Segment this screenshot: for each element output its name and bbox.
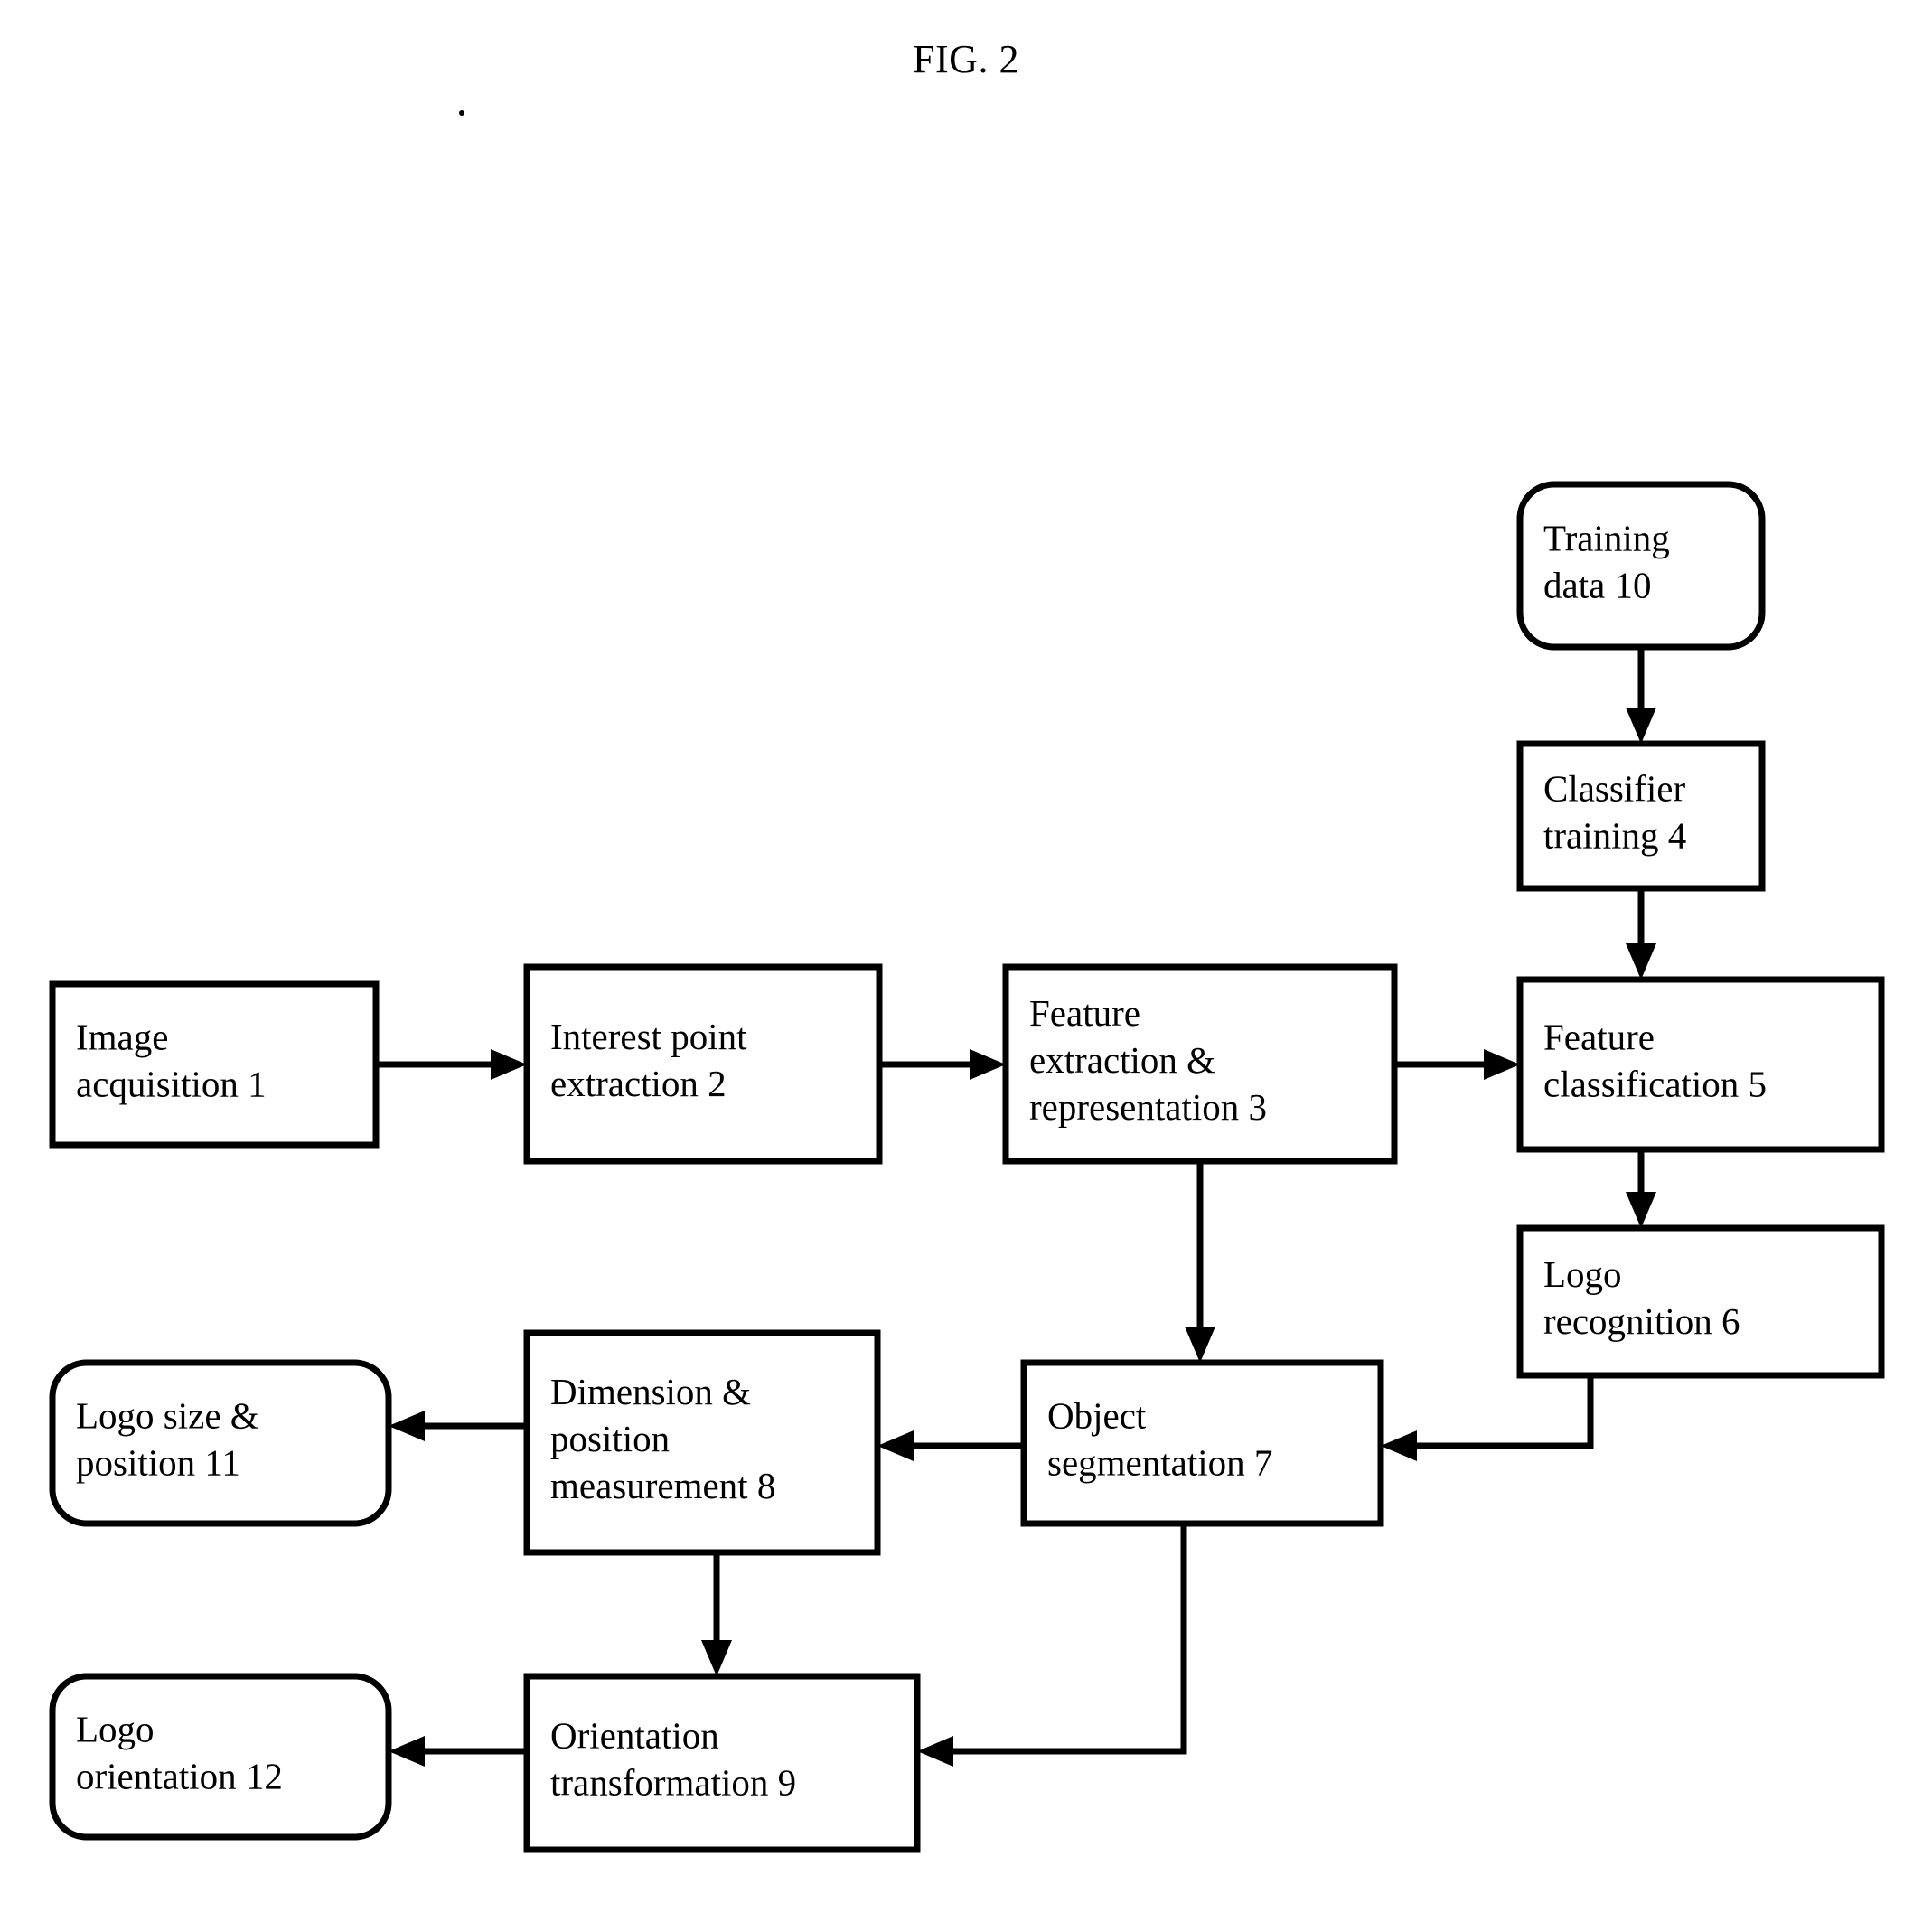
arrow-head-icon [1626, 1192, 1656, 1228]
node-label-line: Object [1047, 1394, 1147, 1436]
node-logo_recognition_6[interactable]: Logo recognition 6 [1516, 1224, 1885, 1379]
node-label-line: transformation 9 [550, 1761, 796, 1803]
node-label-line: Feature [1029, 992, 1140, 1034]
node-label-line: Training [1543, 517, 1670, 558]
edge-training_data_10-to-classifier_training_4 [1626, 647, 1656, 744]
node-label-line: orientation 12 [76, 1755, 283, 1796]
edge-line [1417, 1375, 1594, 1449]
node-label-line: recognition 6 [1543, 1300, 1740, 1342]
arrow-head-icon [1381, 1430, 1417, 1461]
node-label-line: acquisition 1 [76, 1063, 267, 1104]
node-label-line: Feature [1543, 1016, 1655, 1057]
arrow-head-icon [491, 1049, 527, 1080]
edges-layer [376, 647, 1656, 1767]
flowchart-diagram: Training data 10 Classifier training 4 Image… [49, 481, 1885, 1853]
node-label-line: segmentation 7 [1047, 1441, 1272, 1483]
node-training_data_10[interactable]: Training data 10 [1516, 481, 1766, 651]
edge-classifier_training_4-to-feature_classification_5 [1626, 888, 1656, 980]
edge-object_segmentation_7-to-dimension_position_measurement_8 [877, 1430, 1024, 1461]
node-dimension_position_measurement_8[interactable]: Dimension & position measurement 8 [523, 1329, 881, 1556]
node-label-line: Classifier [1543, 767, 1685, 809]
arrow-head-icon [970, 1049, 1006, 1080]
arrow-head-icon [1626, 708, 1656, 744]
edge-dimension_position_measurement_8-to-logo_size_position_11 [389, 1411, 527, 1441]
node-label-line: Logo size & [76, 1394, 259, 1436]
node-label-line: classification 5 [1543, 1063, 1767, 1104]
edge-image_acquisition_1-to-interest_point_extraction_2 [376, 1049, 527, 1080]
node-object_segmentation_7[interactable]: Object segmentation 7 [1020, 1359, 1384, 1527]
node-feature_classification_5[interactable]: Feature classification 5 [1516, 976, 1885, 1153]
arrow-head-icon [389, 1411, 425, 1441]
node-logo_size_position_11[interactable]: Logo size & position 11 [49, 1359, 392, 1527]
edge-interest_point_extraction_2-to-feature_extraction_representation_3 [879, 1049, 1006, 1080]
node-feature_extraction_representation_3[interactable]: Feature extraction & representation 3 [1002, 963, 1398, 1165]
arrow-head-icon [1626, 943, 1656, 980]
node-label-line: position 11 [76, 1441, 240, 1483]
node-label-line: position [550, 1418, 670, 1459]
node-label-line: Orientation [550, 1714, 719, 1756]
node-label-line: Image [76, 1016, 168, 1057]
node-label-line: Interest point [550, 1016, 747, 1057]
arrow-head-icon [917, 1736, 953, 1767]
node-label-line: Logo [1543, 1253, 1622, 1295]
edge-object_segmentation_7-to-orientation_transformation_9 [917, 1524, 1187, 1767]
figure-root: FIG. 2 Training data 10 Classifier training… [0, 0, 1932, 1913]
arrow-head-icon [877, 1430, 914, 1461]
node-logo_orientation_12[interactable]: Logo orientation 12 [49, 1673, 392, 1841]
edge-orientation_transformation_9-to-logo_orientation_12 [389, 1736, 527, 1767]
node-image_acquisition_1[interactable]: Image acquisition 1 [49, 980, 380, 1149]
node-label-line: Dimension & [550, 1371, 751, 1412]
node-interest_point_extraction_2[interactable]: Interest point extraction 2 [523, 963, 883, 1165]
edge-feature_extraction_representation_3-to-object_segmentation_7 [1185, 1161, 1215, 1363]
node-label-line: representation 3 [1029, 1086, 1267, 1128]
nodes-layer: Training data 10 Classifier training 4 Image… [49, 481, 1885, 1853]
node-label-line: measurement 8 [550, 1465, 775, 1506]
arrow-head-icon [701, 1640, 732, 1676]
edge-dimension_position_measurement_8-to-orientation_transformation_9 [701, 1552, 732, 1676]
edge-line [953, 1524, 1187, 1755]
edge-feature_classification_5-to-logo_recognition_6 [1626, 1149, 1656, 1228]
node-label-line: extraction & [1029, 1039, 1215, 1081]
node-label-line: training 4 [1543, 814, 1686, 856]
node-orientation_transformation_9[interactable]: Orientation transformation 9 [523, 1673, 921, 1853]
arrow-head-icon [1484, 1049, 1520, 1080]
edge-logo_recognition_6-to-object_segmentation_7 [1381, 1375, 1594, 1461]
node-label-line: Logo [76, 1708, 155, 1749]
node-classifier_training_4[interactable]: Classifier training 4 [1516, 740, 1766, 892]
arrow-head-icon [389, 1736, 425, 1767]
arrow-head-icon [1185, 1327, 1215, 1363]
node-label-line: data 10 [1543, 564, 1652, 605]
edge-feature_extraction_representation_3-to-feature_classification_5 [1394, 1049, 1520, 1080]
node-label-line: extraction 2 [550, 1063, 727, 1104]
